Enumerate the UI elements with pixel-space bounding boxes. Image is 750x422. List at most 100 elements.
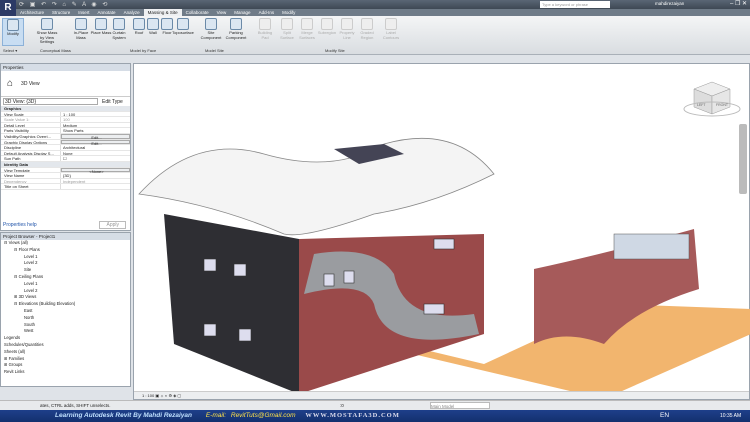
property-value: 100 bbox=[63, 117, 70, 123]
parking-component-button[interactable]: Parking Component bbox=[225, 18, 247, 40]
user-account[interactable]: mahdirezaiyan bbox=[655, 1, 684, 6]
browser-item[interactable]: Level 1 bbox=[4, 254, 130, 261]
tab-insert[interactable]: Insert bbox=[74, 9, 93, 16]
browser-item[interactable]: East bbox=[4, 308, 130, 315]
property-value: Independent bbox=[63, 178, 86, 184]
svg-text:LEFT: LEFT bbox=[697, 103, 706, 107]
site-component-button[interactable]: Site Component bbox=[200, 18, 222, 40]
language-indicator[interactable]: EN bbox=[660, 410, 669, 422]
show-mass-by-view-settings-button[interactable]: Show Mass by View Settings bbox=[36, 18, 58, 45]
property-line-button[interactable]: Property Line bbox=[336, 18, 358, 40]
in-place-mass-icon bbox=[75, 18, 87, 30]
browser-item[interactable]: Revit Links bbox=[4, 369, 130, 376]
browser-item[interactable]: ⊞ 3D Views bbox=[4, 294, 130, 301]
property-value[interactable] bbox=[61, 184, 130, 189]
tab-manage[interactable]: Manage bbox=[230, 9, 254, 16]
panel-label: Conceptual Mass bbox=[40, 48, 71, 53]
property-row: Title on Sheet bbox=[1, 184, 130, 190]
quick-access-toolbar[interactable]: ⟳ ▣ ↶ ↷ ⌂ ✎ A ◉ ⟲ bbox=[19, 1, 109, 8]
type-selector[interactable]: ⌂ 3D View bbox=[1, 71, 130, 97]
graded-region-icon bbox=[361, 18, 373, 30]
property-name: Visibility/Graphics Overri... bbox=[1, 133, 61, 139]
browser-item[interactable]: Site bbox=[4, 267, 130, 274]
browser-item[interactable]: Legends bbox=[4, 335, 130, 342]
3d-viewport[interactable]: LEFT FRONT 1 : 100 ▣ ☼ ◐ ⚙ ◈ ▢ bbox=[133, 63, 750, 400]
subregion-button[interactable]: Subregion bbox=[316, 18, 338, 36]
tab-massing-site[interactable]: Massing & Site bbox=[143, 9, 182, 16]
view-control-bar[interactable]: 1 : 100 ▣ ☼ ◐ ⚙ ◈ ▢ bbox=[134, 391, 749, 399]
toposurface-button[interactable]: Toposurface bbox=[172, 18, 194, 36]
application-menu-button[interactable]: R bbox=[0, 0, 16, 16]
tab-collaborate[interactable]: Collaborate bbox=[182, 9, 213, 16]
browser-item[interactable]: Level 2 bbox=[4, 288, 130, 295]
property-name: View Scale bbox=[1, 111, 61, 117]
modify-button[interactable]: Modify bbox=[2, 18, 24, 46]
button-label: Subregion bbox=[317, 30, 337, 35]
merge-surfaces-button[interactable]: Merge Surfaces bbox=[296, 18, 318, 40]
browser-item[interactable]: ⊞ Families bbox=[4, 356, 130, 363]
property-value[interactable]: {3D} bbox=[61, 173, 130, 178]
tab-modify[interactable]: Modify bbox=[278, 9, 299, 16]
window-controls[interactable]: ‒ ❐ ✕ bbox=[730, 0, 747, 7]
property-name: View Name bbox=[1, 173, 61, 178]
panel-label[interactable]: Select ▾ bbox=[3, 48, 17, 53]
browser-item[interactable]: Level 2 bbox=[4, 260, 130, 267]
design-option-selector[interactable]: Main Model bbox=[430, 402, 490, 409]
ribbon: Modify Show Mass by View Settings In-Place… bbox=[0, 16, 750, 55]
browser-item[interactable]: ⊟ Views (all) bbox=[4, 240, 130, 247]
clock: 10:35 AM bbox=[720, 413, 742, 419]
property-value[interactable]: Medium bbox=[61, 123, 130, 128]
property-value[interactable]: <None> bbox=[61, 167, 130, 174]
browser-item[interactable]: ⊟ Ceiling Plans bbox=[4, 274, 130, 281]
subregion-icon bbox=[321, 18, 333, 30]
property-value[interactable]: Architectural bbox=[61, 145, 130, 150]
view-selector[interactable]: 3D View: {3D} bbox=[3, 98, 98, 105]
building-pad-button[interactable]: Building Pad bbox=[254, 18, 276, 40]
property-name: Title on Sheet bbox=[1, 184, 61, 189]
browser-item[interactable]: South bbox=[4, 322, 130, 329]
properties-help-link[interactable]: Properties help bbox=[3, 222, 37, 228]
tab-add-ins[interactable]: Add-Ins bbox=[255, 9, 279, 16]
browser-item[interactable]: Schedules/Quantities bbox=[4, 342, 130, 349]
browser-item[interactable]: ⊞ Groups bbox=[4, 362, 130, 369]
browser-item[interactable]: North bbox=[4, 315, 130, 322]
tab-analyze[interactable]: Analyze bbox=[120, 9, 144, 16]
apply-button[interactable]: Apply bbox=[99, 221, 126, 229]
view-scale[interactable]: 1 : 100 bbox=[142, 393, 154, 398]
tab-view[interactable]: View bbox=[213, 9, 231, 16]
in-place-mass-button[interactable]: In-Place Mass bbox=[70, 18, 92, 40]
tab-annotate[interactable]: Annotate bbox=[94, 9, 120, 16]
property-value[interactable]: Edit... bbox=[61, 133, 130, 140]
property-value[interactable]: ☐ bbox=[61, 156, 130, 161]
button-label: Split Surface bbox=[280, 30, 294, 40]
browser-item[interactable]: ⊟ Floor Plans bbox=[4, 247, 130, 254]
property-name: Scale Value 1: bbox=[1, 117, 61, 122]
graded-region-button[interactable]: Graded Region bbox=[356, 18, 378, 40]
property-value[interactable]: 1 : 100 bbox=[61, 112, 130, 117]
svg-text:FRONT: FRONT bbox=[716, 103, 729, 107]
property-value[interactable]: None bbox=[61, 151, 130, 156]
project-browser: Project Browser - Project1 ⊟ Views (all)… bbox=[0, 232, 131, 387]
property-value[interactable]: Edit... bbox=[61, 139, 130, 146]
parking-component-icon bbox=[230, 18, 242, 30]
edit-type-button[interactable]: Edit Type bbox=[102, 99, 123, 105]
property-name: Sun Path bbox=[1, 156, 61, 161]
tab-architecture[interactable]: Architecture bbox=[16, 9, 48, 16]
browser-item[interactable]: ⊟ Elevations (Building Elevation) bbox=[4, 301, 130, 308]
panel-label: Model Site bbox=[205, 48, 224, 53]
property-line-icon bbox=[341, 18, 353, 30]
search-input[interactable]: Type a keyword or phrase bbox=[540, 1, 610, 8]
browser-item[interactable]: Level 1 bbox=[4, 281, 130, 288]
browser-item[interactable]: Sheets (all) bbox=[4, 349, 130, 356]
button-label: Show Mass by View Settings bbox=[36, 30, 58, 44]
property-value[interactable]: Show Parts bbox=[61, 128, 130, 133]
merge-surfaces-icon bbox=[301, 18, 313, 30]
button-label: Modify bbox=[7, 31, 19, 36]
tab-structure[interactable]: Structure bbox=[48, 9, 74, 16]
curtain-system-button[interactable]: Curtain System bbox=[108, 18, 130, 40]
curtain-system-icon bbox=[113, 18, 125, 30]
browser-item[interactable]: West bbox=[4, 328, 130, 335]
split-surface-icon bbox=[281, 18, 293, 30]
split-surface-button[interactable]: Split Surface bbox=[276, 18, 298, 40]
label-contours-button[interactable]: Label Contours bbox=[380, 18, 402, 40]
